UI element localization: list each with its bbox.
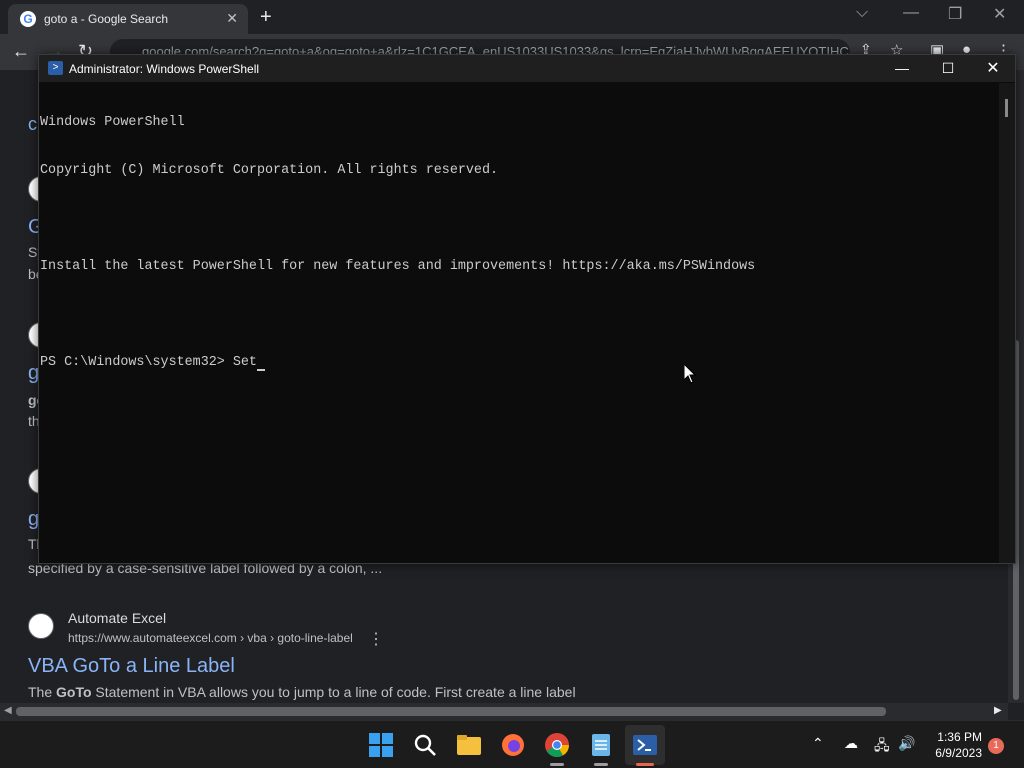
console-line: Install the latest PowerShell for new fe…	[40, 259, 756, 274]
console-scrollbar[interactable]	[999, 83, 1015, 563]
volume-icon[interactable]: 🔊	[898, 735, 915, 752]
console-line: Windows PowerShell	[40, 115, 185, 130]
page-horizontal-scrollbar[interactable]: ◀ ▶	[0, 703, 1008, 720]
console-prompt: PS C:\Windows\system32> Set	[40, 355, 257, 370]
browser-tabbar: G goto a - Google Search ✕ + ⌵ — ❐ ✕	[0, 0, 1024, 34]
text-cursor	[256, 358, 265, 371]
snippet-bold: GoTo	[56, 684, 92, 700]
powershell-titlebar[interactable]: > Administrator: Windows PowerShell — ☐ …	[39, 55, 1015, 82]
chrome-running-indicator	[550, 763, 564, 766]
google-favicon-icon: G	[20, 11, 36, 27]
result-title[interactable]: VBA GoTo a Line Label	[28, 655, 235, 678]
search-icon[interactable]	[411, 731, 439, 759]
start-windows-icon[interactable]	[367, 731, 395, 759]
powershell-window[interactable]: > Administrator: Windows PowerShell — ☐ …	[38, 54, 1016, 564]
chrome-icon[interactable]	[543, 731, 571, 759]
tab-search-icon[interactable]: ⌵	[856, 4, 868, 22]
minimize-button[interactable]: —	[879, 55, 925, 82]
network-icon[interactable]: 🖧	[874, 735, 890, 759]
scrollbar-thumb[interactable]	[16, 707, 886, 716]
clock-time: 1:36 PM	[937, 730, 982, 744]
partial-text: c	[28, 114, 37, 134]
notepad-icon[interactable]	[587, 731, 615, 759]
back-icon[interactable]: ←	[12, 41, 30, 62]
close-button[interactable]: ✕	[970, 55, 1016, 82]
console-scrollbar-thumb[interactable]	[1005, 99, 1008, 117]
clock[interactable]: 1:36 PM 6/9/2023	[924, 729, 982, 761]
file-explorer-icon[interactable]	[455, 731, 483, 759]
snippet-post: Statement in VBA allows you to jump to a…	[91, 684, 576, 700]
scroll-right-icon[interactable]: ▶	[994, 705, 1002, 716]
browser-tab[interactable]: G goto a - Google Search ✕	[8, 4, 248, 34]
powershell-taskbar-icon[interactable]	[631, 731, 659, 759]
onedrive-icon[interactable]: ☁	[844, 735, 858, 752]
mouse-pointer-icon	[684, 364, 696, 384]
firefox-icon[interactable]	[499, 731, 527, 759]
powershell-active-indicator	[636, 763, 654, 766]
result-site-name: Automate Excel	[68, 610, 167, 626]
browser-minimize-icon[interactable]: —	[903, 4, 919, 22]
powershell-icon: >	[48, 61, 63, 75]
close-tab-icon[interactable]: ✕	[226, 10, 238, 27]
scroll-left-icon[interactable]: ◀	[4, 705, 12, 716]
taskbar: ⌃ ☁ 🖧 🔊 1:36 PM 6/9/2023 1	[0, 720, 1024, 768]
maximize-button[interactable]: ☐	[925, 55, 971, 82]
result-more-icon[interactable]: ⋮	[368, 629, 384, 649]
browser-tab-title: goto a - Google Search	[44, 12, 169, 26]
browser-restore-icon[interactable]: ❐	[948, 4, 962, 24]
console-output[interactable]: Windows PowerShell Copyright (C) Microso…	[39, 83, 999, 563]
new-tab-icon[interactable]: +	[260, 6, 272, 29]
automateexcel-favicon-icon	[28, 613, 54, 639]
console-prompt-line[interactable]: PS C:\Windows\system32> Set	[40, 355, 999, 371]
result-url[interactable]: https://www.automateexcel.com › vba › go…	[68, 631, 353, 645]
powershell-title: Administrator: Windows PowerShell	[69, 62, 260, 76]
snippet-pre: The	[28, 684, 57, 700]
result-snippet: The GoTo Statement in VBA allows you to …	[28, 684, 576, 700]
notepad-running-indicator	[594, 763, 608, 766]
show-hidden-icons-icon[interactable]: ⌃	[812, 735, 824, 752]
console-line: Copyright (C) Microsoft Corporation. All…	[40, 163, 499, 178]
browser-close-icon[interactable]: ✕	[993, 4, 1006, 24]
clock-date: 6/9/2023	[935, 746, 982, 760]
notification-badge[interactable]: 1	[988, 738, 1004, 754]
